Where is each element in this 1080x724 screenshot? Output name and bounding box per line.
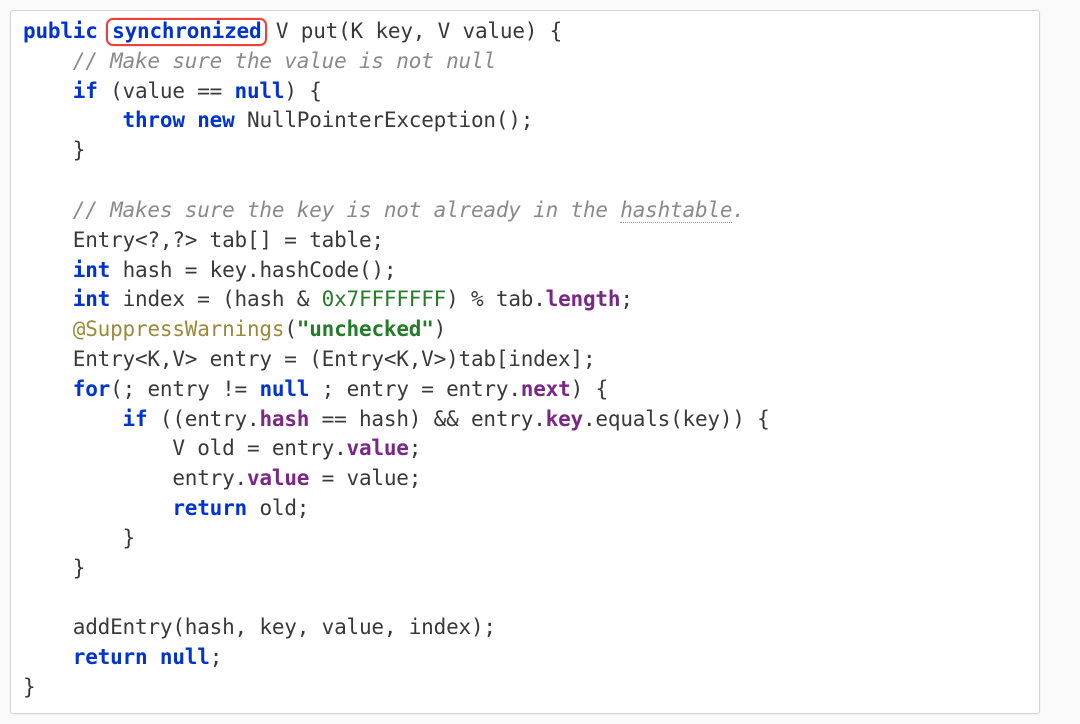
code-text: ; entry = entry.: [309, 377, 521, 401]
keyword-null: null: [259, 377, 309, 401]
code-text: (: [284, 317, 296, 341]
code-text: [23, 79, 73, 103]
hex-literal: 0x7FFFFFFF: [322, 287, 446, 311]
code-text: old;: [247, 496, 309, 520]
code-block: public synchronized V put(K key, V value…: [10, 10, 1040, 714]
keyword-if: if: [73, 79, 98, 103]
comment-text: .: [732, 198, 744, 222]
code-text: [23, 407, 123, 431]
field-length: length: [546, 287, 621, 311]
code-text: ): [434, 317, 446, 341]
keyword-throw: throw: [123, 108, 185, 132]
string-literal: "unchecked": [297, 317, 434, 341]
keyword-if: if: [123, 407, 148, 431]
code-text: }: [23, 526, 135, 550]
code-text: [185, 108, 197, 132]
code-text: ) {: [571, 377, 608, 401]
code-text: V old = entry.: [23, 436, 347, 460]
keyword-return: return: [172, 496, 247, 520]
field-value: value: [247, 466, 309, 490]
code-text: [23, 496, 172, 520]
code-text: ;: [620, 287, 632, 311]
code-content: public synchronized V put(K key, V value…: [23, 17, 1027, 703]
code-text: hash = key.hashCode();: [110, 258, 396, 282]
code-text: [23, 258, 73, 282]
keyword-null: null: [235, 79, 285, 103]
code-text: ((entry.: [147, 407, 259, 431]
code-text: }: [23, 138, 85, 162]
underlined-word: hashtable: [620, 198, 732, 223]
code-text: [23, 108, 123, 132]
code-text: [23, 645, 73, 669]
code-text: ;: [409, 436, 421, 460]
comment-text: // Makes sure the key is not already in …: [23, 198, 620, 222]
code-text: == hash) && entry.: [309, 407, 545, 431]
field-hash: hash: [259, 407, 309, 431]
annotation: @SuppressWarnings: [73, 317, 285, 341]
code-text: Entry<?,?> tab[] = table;: [23, 228, 384, 252]
keyword-null: null: [160, 645, 210, 669]
code-text: }: [23, 556, 85, 580]
field-key: key: [546, 407, 583, 431]
comment: // Make sure the value is not null: [23, 49, 496, 73]
code-text: (; entry !=: [110, 377, 259, 401]
code-text: }: [23, 675, 35, 699]
code-text: index = (hash &: [110, 287, 322, 311]
keyword-synchronized: synchronized: [112, 19, 261, 43]
code-text: entry.: [23, 466, 247, 490]
code-text: .equals(key)) {: [583, 407, 770, 431]
keyword-int: int: [73, 258, 110, 282]
code-text: [23, 317, 73, 341]
code-text: addEntry(hash, key, value, index);: [23, 615, 496, 639]
code-text: Entry<K,V> entry = (Entry<K,V>)tab[index…: [23, 347, 595, 371]
keyword-new: new: [197, 108, 234, 132]
code-text: NullPointerException();: [235, 108, 534, 132]
code-text: [147, 645, 159, 669]
code-text: V put(K key, V value) {: [263, 19, 562, 43]
code-text: ;: [210, 645, 222, 669]
comment: // Makes sure the key is not already in …: [23, 198, 745, 223]
keyword-int: int: [73, 287, 110, 311]
keyword-return: return: [73, 645, 148, 669]
keyword-for: for: [73, 377, 110, 401]
field-next: next: [521, 377, 571, 401]
code-text: [23, 377, 73, 401]
code-text: (value ==: [98, 79, 235, 103]
code-text: [23, 287, 73, 311]
field-value: value: [347, 436, 409, 460]
highlight-box: synchronized: [106, 18, 267, 46]
keyword-public: public: [23, 19, 98, 43]
code-text: ) % tab.: [446, 287, 546, 311]
code-text: = value;: [309, 466, 421, 490]
code-text: ) {: [284, 79, 321, 103]
